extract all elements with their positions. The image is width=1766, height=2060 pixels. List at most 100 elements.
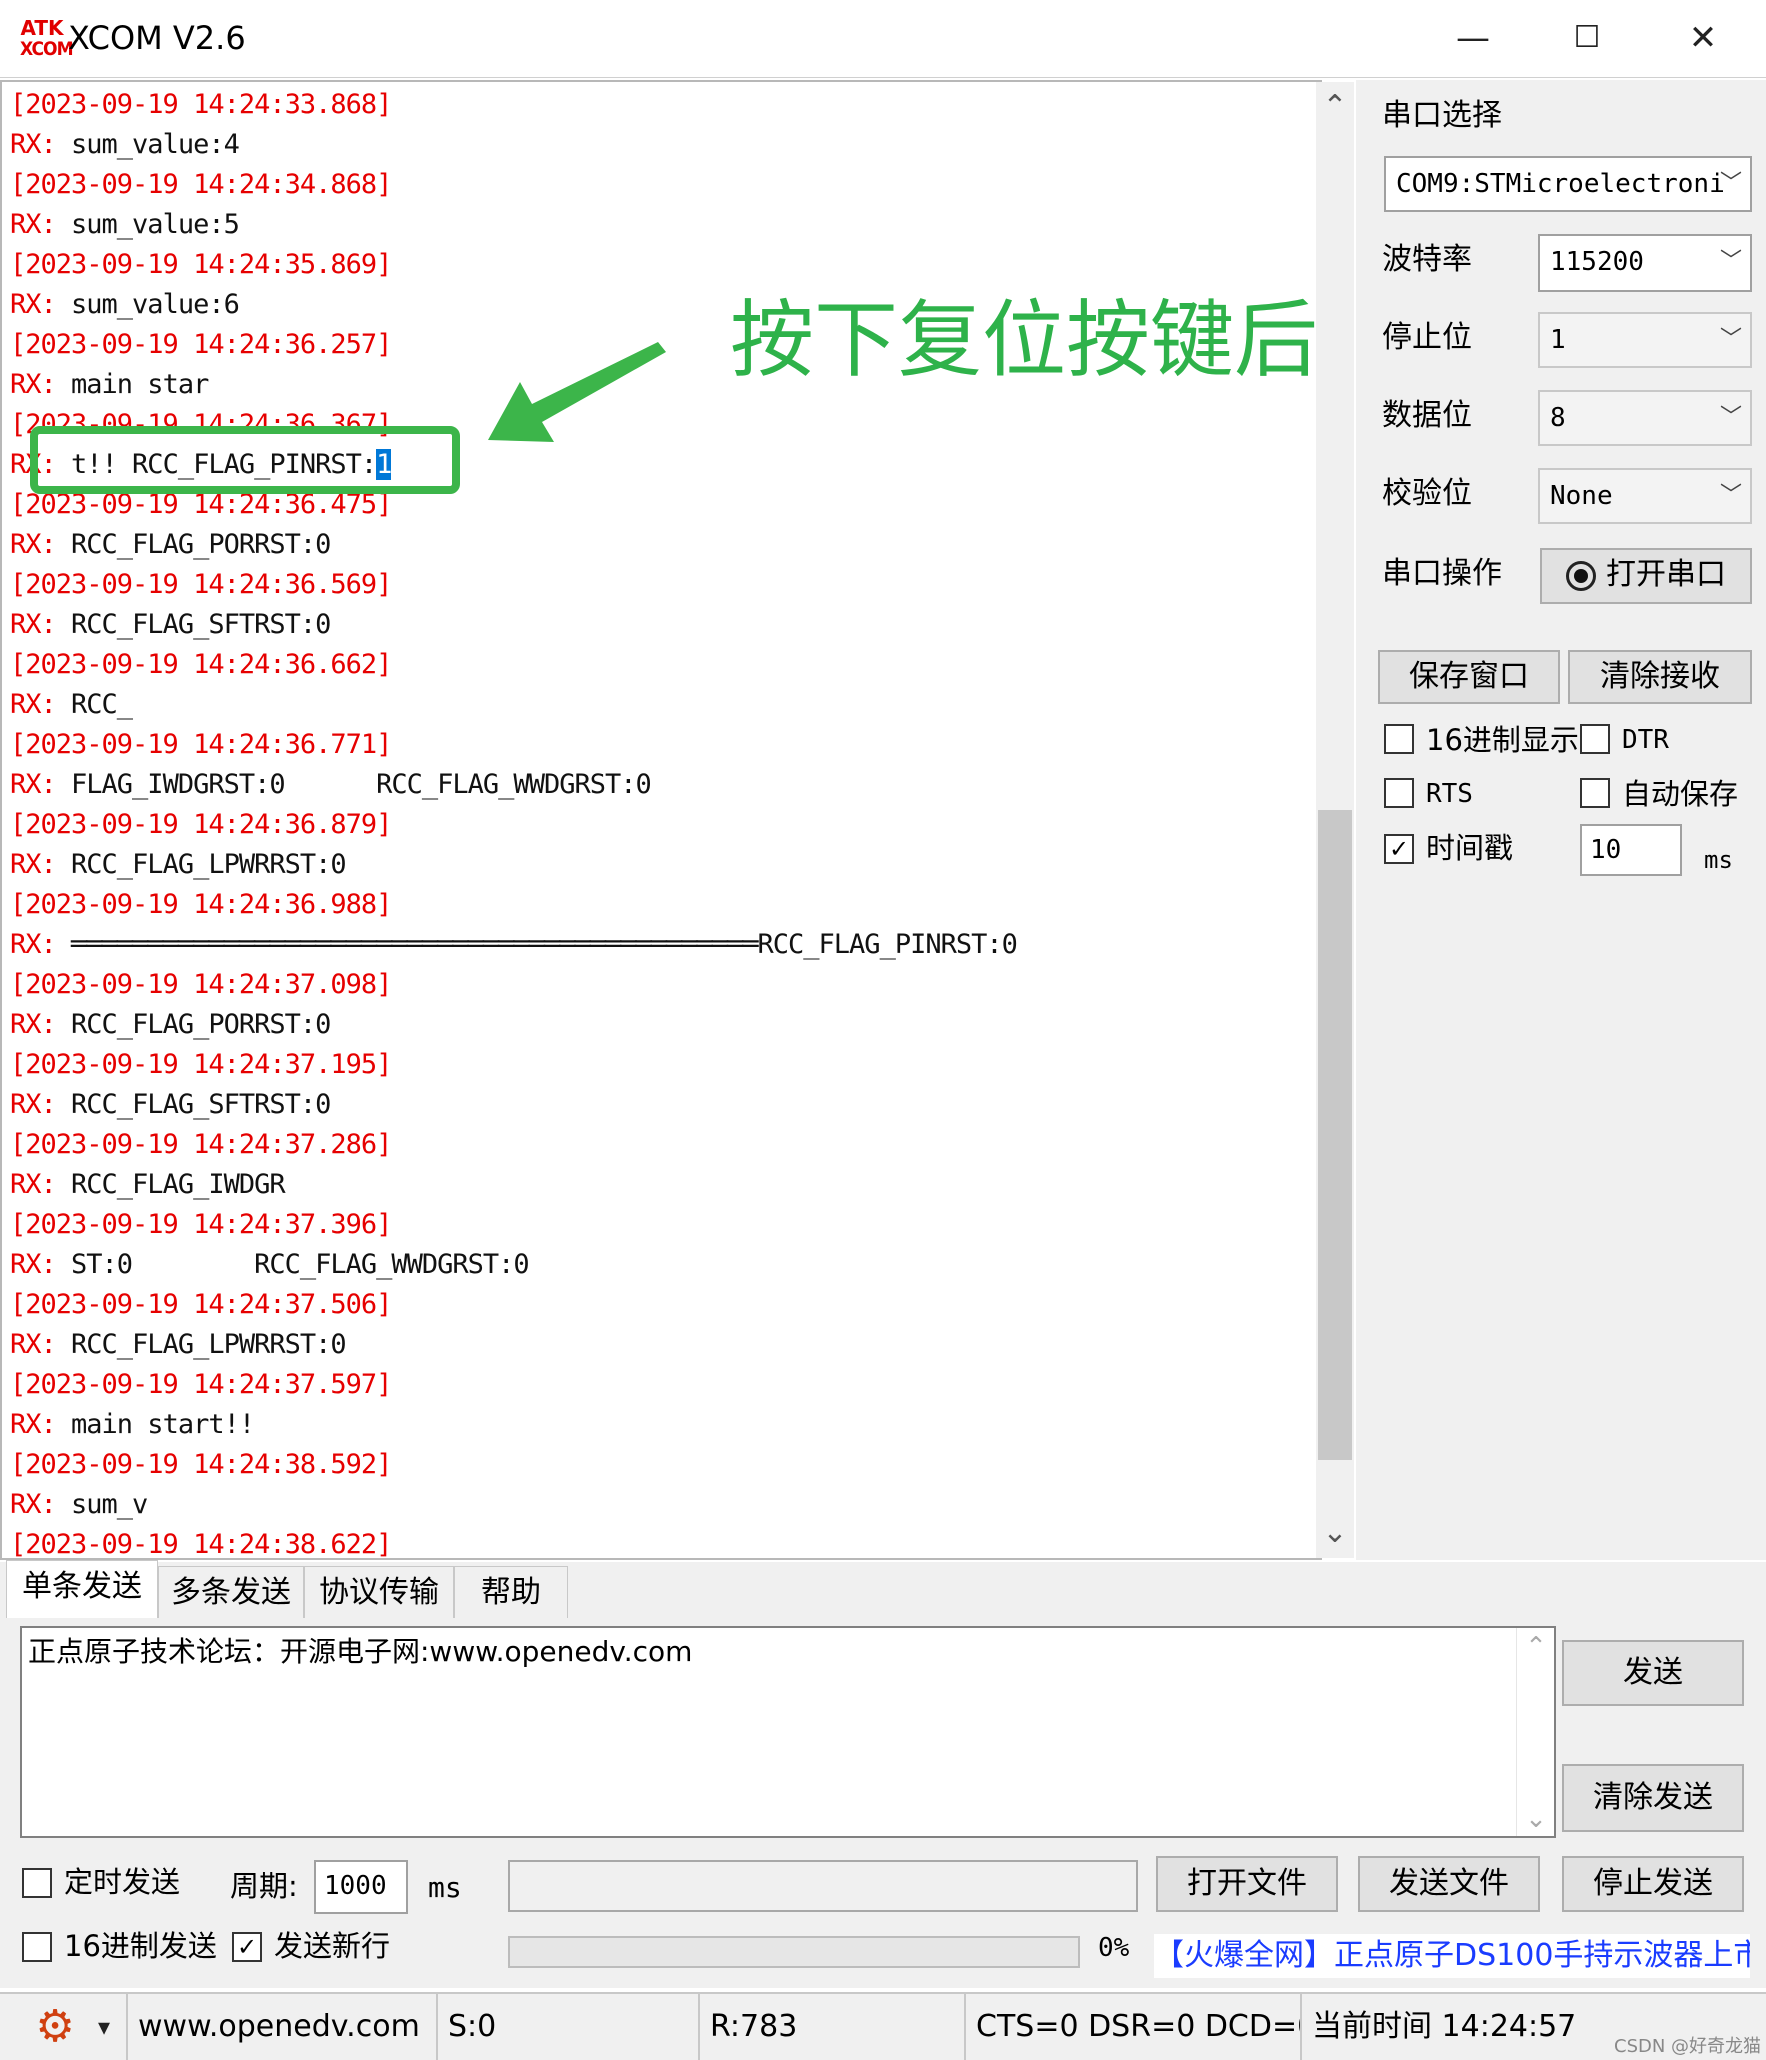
chevron-down-icon: ﹀	[1719, 405, 1742, 430]
parity-select[interactable]: None ﹀	[1538, 468, 1752, 524]
annotation-highlight-box	[30, 426, 460, 494]
chevron-down-icon: ﹀	[1719, 171, 1742, 196]
chevron-down-icon: ﹀	[1719, 249, 1742, 274]
hex-send-label: 16进制发送	[64, 1929, 217, 1963]
close-button[interactable]: ✕	[1660, 0, 1746, 76]
timed-send-checkbox[interactable]	[22, 1868, 52, 1898]
open-port-button[interactable]: 打开串口	[1540, 548, 1752, 604]
tab-single-send[interactable]: 单条发送	[6, 1560, 158, 1618]
hex-display-checkbox[interactable]	[1384, 724, 1414, 754]
timestamp-line: [2023-09-19 14:24:37.396]	[10, 1209, 392, 1240]
maximize-icon: ☐	[1573, 20, 1601, 55]
rx-message: RCC_FLAG_PORRST:0	[71, 1009, 331, 1040]
open-file-button[interactable]: 打开文件	[1156, 1856, 1338, 1912]
rx-message: sum_value:5	[71, 209, 240, 240]
progress-text: 0%	[1098, 1933, 1130, 1963]
stop-bits-select[interactable]: 1 ﹀	[1538, 312, 1752, 368]
rx-prefix: RX:	[10, 689, 72, 720]
tab-protocol[interactable]: 协议传输	[304, 1566, 454, 1618]
rx-message: RCC_FLAG_PORRST:0	[71, 529, 331, 560]
rx-message: RCC_	[71, 689, 133, 720]
port-operation-label: 串口操作	[1382, 556, 1502, 591]
status-line-states: CTS=0 DSR=0 DCD=0	[964, 1994, 1300, 2060]
stop-send-button[interactable]: 停止发送	[1562, 1856, 1744, 1912]
rx-message: RCC_FLAG_SFTRST:0	[71, 1089, 331, 1120]
status-url[interactable]: www.openedv.com	[126, 1994, 436, 2060]
logo-bottom-text: XCOM	[20, 38, 74, 60]
scroll-down-icon[interactable]: ⌄	[1316, 1518, 1354, 1558]
clear-send-button[interactable]: 清除发送	[1562, 1764, 1744, 1832]
timestamp-unit: ms	[1704, 846, 1733, 874]
rx-prefix: RX:	[10, 529, 72, 560]
rx-prefix: RX:	[10, 1249, 72, 1280]
auto-save-checkbox[interactable]	[1580, 778, 1610, 808]
rx-prefix: RX:	[10, 609, 72, 640]
timestamp-line: [2023-09-19 14:24:37.506]	[10, 1289, 392, 1320]
rx-line: RX: RCC_FLAG_PORRST:0	[10, 525, 1310, 565]
promo-link[interactable]: 【火爆全网】正点原子DS100手持示波器上市	[1154, 1934, 1750, 1978]
rx-line: RX: FLAG_IWDGRST:0 RCC_FLAG_WWDGRST:0	[10, 765, 1310, 805]
clear-receive-button[interactable]: 清除接收	[1568, 650, 1752, 704]
data-bits-value: 8	[1550, 403, 1566, 433]
rx-prefix: RX:	[10, 369, 72, 400]
timestamp-line: [2023-09-19 14:24:38.622]	[10, 1529, 392, 1560]
period-unit: ms	[428, 1871, 462, 1904]
rx-prefix: RX:	[10, 769, 72, 800]
receive-scrollbar-thumb[interactable]	[1318, 810, 1352, 1460]
timestamp-interval-input[interactable]: 10	[1580, 824, 1682, 876]
tab-multi-send[interactable]: 多条发送	[158, 1566, 304, 1618]
timestamp-line: [2023-09-19 14:24:37.286]	[10, 1129, 392, 1160]
rx-line: RX: main start!!	[10, 1405, 1310, 1445]
logo-top-text: ATK	[20, 16, 64, 40]
timestamp-checkbox[interactable]: ✓	[1384, 834, 1414, 864]
annotation-text: 按下复位按键后	[730, 291, 1319, 389]
maximize-button[interactable]: ☐	[1544, 0, 1630, 76]
window-title: XCOM V2.6	[68, 19, 246, 57]
rx-line: RX: ST:0 RCC_FLAG_WWDGRST:0	[10, 1245, 1310, 1285]
timestamp-line: [2023-09-19 14:24:38.592]	[10, 1449, 392, 1480]
file-path-input[interactable]	[508, 1860, 1138, 1912]
scroll-up-icon[interactable]: ⌃	[1316, 82, 1354, 124]
gear-icon[interactable]: ⚙	[30, 2000, 80, 2054]
send-newline-checkbox[interactable]: ✓	[232, 1932, 262, 1962]
minimize-button[interactable]: —	[1430, 0, 1516, 76]
send-scrollbar[interactable]: ⌃ ⌄	[1516, 1628, 1554, 1836]
port-select[interactable]: COM9:STMicroelectroni ﹀	[1384, 156, 1752, 212]
rx-prefix: RX:	[10, 849, 72, 880]
stop-bits-value: 1	[1550, 325, 1566, 355]
scroll-down-icon[interactable]: ⌄	[1517, 1806, 1555, 1832]
chevron-down-icon[interactable]: ▾	[98, 2000, 124, 2054]
rx-message: FLAG_IWDGRST:0 RCC_FLAG_WWDGRST:0	[71, 769, 652, 800]
send-file-button[interactable]: 发送文件	[1358, 1856, 1540, 1912]
hex-send-checkbox[interactable]	[22, 1932, 52, 1962]
status-current-time: 当前时间 14:24:57	[1300, 1994, 1596, 2060]
rx-message: sum_value:4	[71, 129, 240, 160]
timestamp-line: [2023-09-19 14:24:36.988]	[10, 889, 392, 920]
timestamp-line: [2023-09-19 14:24:37.597]	[10, 1369, 392, 1400]
send-button[interactable]: 发送	[1562, 1640, 1744, 1706]
tab-help[interactable]: 帮助	[454, 1566, 568, 1618]
save-window-button[interactable]: 保存窗口	[1378, 650, 1560, 704]
rx-line: RX: RCC_	[10, 685, 1310, 725]
rx-line: RX: RCC_FLAG_SFTRST:0	[10, 1085, 1310, 1125]
timed-send-label: 定时发送	[64, 1865, 181, 1899]
rx-message: sum_value:6	[71, 289, 240, 320]
dtr-checkbox[interactable]	[1580, 724, 1610, 754]
rx-message: sum_v	[71, 1489, 148, 1520]
scroll-up-icon[interactable]: ⌃	[1517, 1632, 1555, 1662]
rx-prefix: RX:	[10, 289, 72, 320]
stop-bits-label: 停止位	[1382, 320, 1472, 355]
parity-label: 校验位	[1382, 476, 1472, 511]
send-progress-bar	[508, 1936, 1080, 1968]
timestamp-line: [2023-09-19 14:24:36.771]	[10, 729, 392, 760]
rx-line: RX: RCC_FLAG_SFTRST:0	[10, 605, 1310, 645]
rts-checkbox[interactable]	[1384, 778, 1414, 808]
port-label: 串口选择	[1382, 98, 1502, 133]
record-icon	[1566, 560, 1596, 591]
minimize-icon: —	[1456, 18, 1490, 58]
period-input[interactable]: 1000	[314, 1860, 408, 1914]
data-bits-select[interactable]: 8 ﹀	[1538, 390, 1752, 446]
baud-select[interactable]: 115200 ﹀	[1538, 234, 1752, 292]
auto-save-label: 自动保存	[1622, 777, 1739, 811]
baud-label: 波特率	[1382, 242, 1472, 277]
